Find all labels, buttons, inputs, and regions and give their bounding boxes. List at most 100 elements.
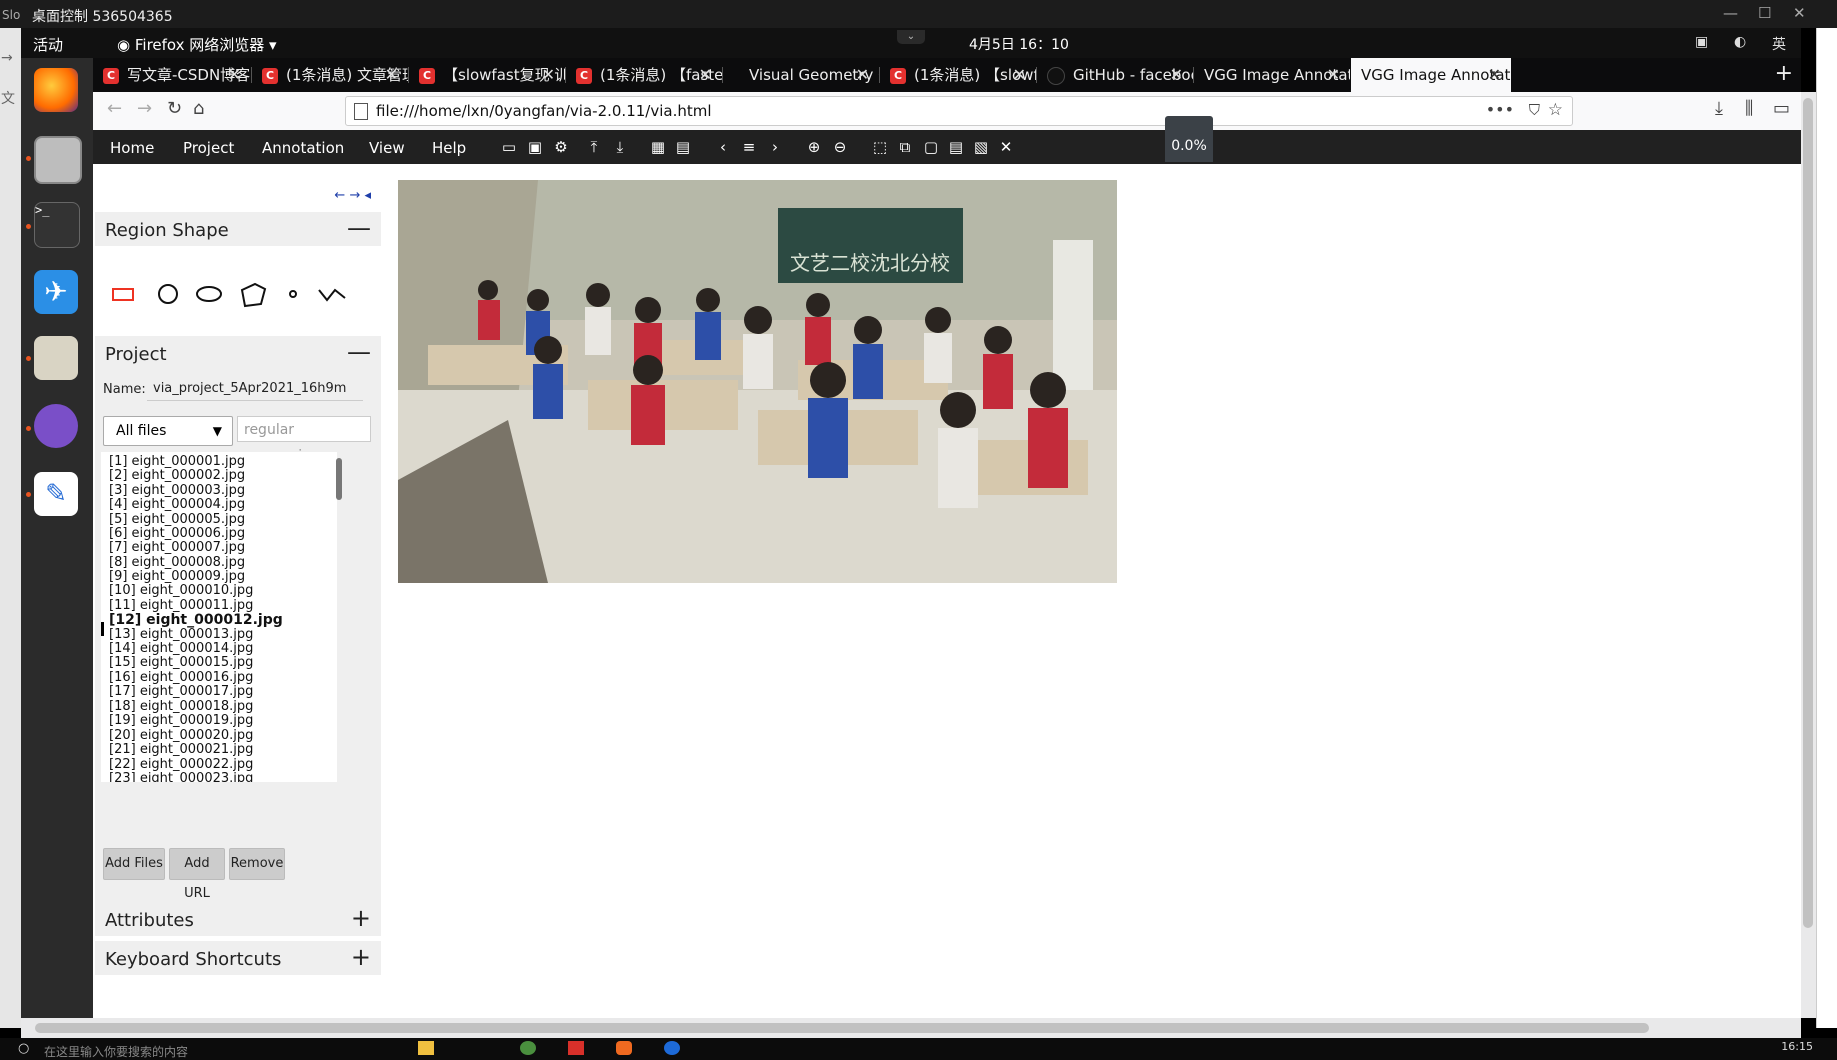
browser-tab[interactable]: C (1条消息) 【faster ✕ xyxy=(566,58,722,92)
archive-icon[interactable] xyxy=(34,336,78,380)
file-list-item[interactable]: [14] eight_000014.jpg xyxy=(109,641,253,656)
network-app-icon[interactable] xyxy=(34,404,78,448)
file-list-item[interactable]: [9] eight_000009.jpg xyxy=(109,569,245,584)
close-tab-icon[interactable]: ✕ xyxy=(228,58,241,92)
menu-home[interactable]: Home xyxy=(110,139,154,157)
file-list-item[interactable]: [7] eight_000007.jpg xyxy=(109,540,245,555)
annotation-editor-icon[interactable]: ▤ xyxy=(673,137,693,157)
close-tab-icon[interactable]: ✕ xyxy=(385,58,398,92)
delete-region-icon[interactable]: ✕ xyxy=(996,137,1016,157)
close-tab-icon[interactable]: ✕ xyxy=(1327,58,1340,92)
zoom-in-icon[interactable]: ⊕ xyxy=(804,137,824,157)
file-list-item[interactable]: [18] eight_000018.jpg xyxy=(109,699,253,714)
file-list-item[interactable]: [11] eight_000011.jpg xyxy=(109,598,253,613)
app-icon[interactable] xyxy=(568,1041,584,1055)
library-icon[interactable]: ⫼ xyxy=(1745,98,1753,119)
file-list-item[interactable]: [23] eight_000023.jpg xyxy=(109,771,253,782)
file-list-item[interactable]: [2] eight_000002.jpg xyxy=(109,468,245,483)
file-list-item[interactable]: [17] eight_000017.jpg xyxy=(109,684,253,699)
ellipse-shape-icon[interactable] xyxy=(195,282,223,306)
file-filter-select[interactable]: All files ▼ xyxy=(103,416,233,446)
forward-icon[interactable]: → xyxy=(137,98,152,119)
menu-annotation[interactable]: Annotation xyxy=(262,139,344,157)
file-explorer-icon[interactable] xyxy=(418,1041,434,1055)
close-tab-icon[interactable]: ✕ xyxy=(699,58,712,92)
project-name-input[interactable]: via_project_5Apr2021_16h9m xyxy=(147,378,363,401)
menu-help[interactable]: Help xyxy=(432,139,466,157)
add-url-button[interactable]: Add URL xyxy=(169,848,225,901)
file-list-item[interactable]: [8] eight_000008.jpg xyxy=(109,555,245,570)
app-menu[interactable]: ◉ Firefox 网络浏览器 ▾ xyxy=(117,34,277,55)
save-project-icon[interactable]: ▣ xyxy=(525,137,545,157)
search-icon[interactable]: ○ xyxy=(18,1041,29,1056)
next-image-icon[interactable]: › xyxy=(765,137,785,157)
file-list-scrollbar[interactable] xyxy=(336,458,342,500)
taskbar-search-input[interactable]: 在这里输入你要搜索的内容 xyxy=(44,1043,188,1060)
collapse-icon[interactable]: — xyxy=(347,338,371,366)
point-shape-icon[interactable] xyxy=(283,282,303,306)
grid-view-icon[interactable]: ▦ xyxy=(648,137,668,157)
file-list-item-current[interactable]: [12] eight_000012.jpg xyxy=(109,612,283,628)
minimize-icon[interactable]: — xyxy=(1723,4,1738,22)
previous-image-icon[interactable]: ‹ xyxy=(713,137,733,157)
close-tab-icon[interactable]: ✕ xyxy=(1170,58,1183,92)
url-text[interactable]: file:///home/lxn/0yangfan/via-2.0.11/via… xyxy=(376,102,712,120)
home-icon[interactable]: ⌂ xyxy=(193,98,204,119)
downloads-icon[interactable]: ⤓ xyxy=(1715,98,1723,119)
activities-button[interactable]: 活动 xyxy=(33,34,63,55)
menu-project[interactable]: Project xyxy=(183,139,234,157)
attributes-header[interactable]: Attributes + xyxy=(95,902,381,936)
close-tab-icon[interactable]: ✕ xyxy=(542,58,555,92)
browser-tab[interactable]: GitHub - facebookr✕ xyxy=(1037,58,1193,92)
file-list-item[interactable]: [4] eight_000004.jpg xyxy=(109,497,245,512)
keyboard-shortcuts-header[interactable]: Keyboard Shortcuts + xyxy=(95,941,381,975)
file-list-item[interactable]: [19] eight_000019.jpg xyxy=(109,713,253,728)
file-list-item[interactable]: [10] eight_000010.jpg xyxy=(109,583,253,598)
tray-chat-icon[interactable]: ◐ xyxy=(1734,34,1746,50)
file-list-item[interactable]: [13] eight_000013.jpg xyxy=(109,627,253,642)
reload-icon[interactable]: ↻ xyxy=(167,98,182,119)
vertical-scrollbar-thumb[interactable] xyxy=(1803,98,1813,928)
rectangle-shape-icon[interactable] xyxy=(111,282,135,306)
file-list-item[interactable]: [5] eight_000005.jpg xyxy=(109,512,245,527)
annotation-canvas-image[interactable]: 文艺二校沈北分校 xyxy=(398,180,1117,583)
tray-app-icon[interactable]: ▣ xyxy=(1695,34,1708,50)
close-tab-icon[interactable]: ✕ xyxy=(1488,58,1501,92)
copy-region-icon[interactable]: ⧉ xyxy=(895,137,915,157)
close-tab-icon[interactable]: ✕ xyxy=(1013,58,1026,92)
file-list-item[interactable]: [20] eight_000020.jpg xyxy=(109,728,253,743)
expand-icon[interactable]: + xyxy=(351,904,371,932)
browser-tab[interactable]: C (1条消息) 【slowfa ✕ xyxy=(880,58,1036,92)
file-list-item[interactable]: [22] eight_000022.jpg xyxy=(109,757,253,772)
ime-indicator[interactable]: 英 xyxy=(1772,34,1786,54)
close-icon[interactable]: ✕ xyxy=(1793,4,1806,22)
browser-tab-active[interactable]: VGG Image Annotator ✕ xyxy=(1351,58,1511,92)
horizontal-scrollbar[interactable] xyxy=(21,1018,1801,1038)
new-tab-button[interactable]: + xyxy=(1775,58,1793,90)
image-list-icon[interactable]: ≡ xyxy=(739,137,759,157)
remove-file-button[interactable]: Remove xyxy=(229,848,285,880)
taskbar-clock[interactable]: 16:15 xyxy=(1781,1040,1813,1053)
horizontal-scrollbar-thumb[interactable] xyxy=(35,1023,1649,1033)
project-header[interactable]: Project — xyxy=(95,336,381,370)
url-bar[interactable]: file:///home/lxn/0yangfan/via-2.0.11/via… xyxy=(345,96,1573,126)
browser-tab[interactable]: C (1条消息) 文章管理 ✕ xyxy=(252,58,408,92)
expand-icon[interactable]: + xyxy=(351,943,371,971)
browser-tab[interactable]: Visual Geometry G ✕ xyxy=(723,58,879,92)
sidebar-resize-arrows[interactable]: ← → ◂ xyxy=(334,188,371,203)
back-icon[interactable]: ← xyxy=(107,98,122,119)
collapse-icon[interactable]: — xyxy=(347,214,371,242)
page-actions-icon[interactable]: ••• xyxy=(1486,100,1514,119)
messaging-app-icon[interactable]: ✈ xyxy=(34,270,78,314)
browser-tab[interactable]: C【slowfast复现 训练✕ xyxy=(409,58,565,92)
close-tab-icon[interactable]: ✕ xyxy=(856,58,869,92)
app-icon[interactable] xyxy=(616,1041,632,1055)
chrome-icon[interactable] xyxy=(520,1041,536,1055)
file-list-item[interactable]: [3] eight_000003.jpg xyxy=(109,483,245,498)
file-list-item[interactable]: [6] eight_000006.jpg xyxy=(109,526,245,541)
zoom-out-icon[interactable]: ⊖ xyxy=(830,137,850,157)
file-list-item[interactable]: [21] eight_000021.jpg xyxy=(109,742,253,757)
select-all-regions-icon[interactable]: ⬚ xyxy=(870,137,890,157)
bookmark-star-icon[interactable]: ☆ xyxy=(1548,100,1563,120)
panel-clock[interactable]: 4月5日 16：10 xyxy=(969,34,1069,54)
